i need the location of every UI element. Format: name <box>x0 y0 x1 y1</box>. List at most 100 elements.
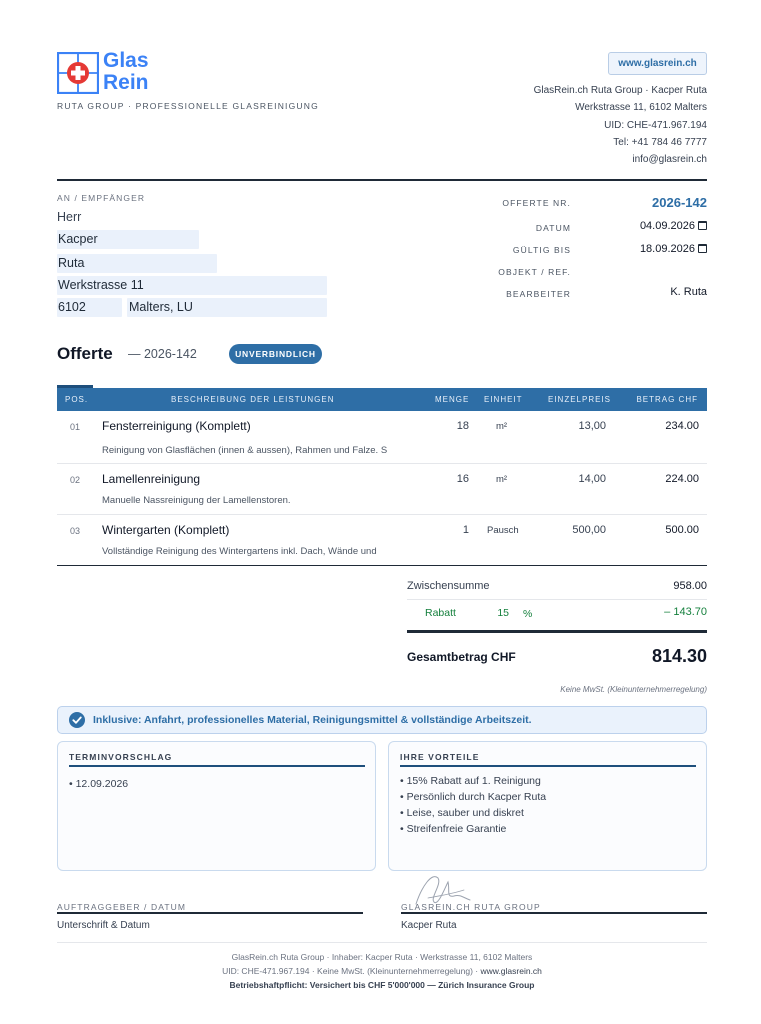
row-unit[interactable]: m² <box>496 421 507 432</box>
row-pos: 03 <box>70 526 81 536</box>
row-unit[interactable]: m² <box>496 474 507 485</box>
row-unit[interactable]: Pausch <box>487 525 519 536</box>
advantage-item: • Persönlich durch Kacper Ruta <box>400 791 547 803</box>
row-unit-price[interactable]: 14,00 <box>578 473 606 485</box>
logo: Glas Rein <box>57 49 167 96</box>
advantages-box: IHRE VORTEILE • 15% Rabatt auf 1. Reinig… <box>388 741 707 871</box>
row-title[interactable]: Wintergarten (Komplett) <box>102 523 229 537</box>
row-amount: 224.00 <box>665 473 699 485</box>
website-button[interactable]: www.glasrein.ch <box>608 52 707 75</box>
advantages-heading-rule <box>400 765 696 767</box>
advantage-item: • 15% Rabatt auf 1. Reinigung <box>400 775 541 787</box>
subtotal-value: 958.00 <box>673 580 707 592</box>
col-header-unit-price: EINZELPREIS <box>548 395 612 404</box>
client-signature-line[interactable] <box>57 912 363 914</box>
valid-until-label: GÜLTIG BIS <box>512 245 571 255</box>
client-signature-label: AUFTRAGGEBER / DATUM <box>57 902 187 912</box>
appointment-heading-rule <box>69 765 365 767</box>
company-signature-caption: Kacper Ruta <box>401 920 457 931</box>
discount-label: Rabatt <box>425 607 456 619</box>
footer-website-link[interactable]: www.glasrein.ch <box>481 966 542 976</box>
appointment-box: TERMINVORSCHLAG • 12.09.2026 <box>57 741 376 871</box>
recipient-label: AN / EMPFÄNGER <box>57 193 146 203</box>
row-amount: 500.00 <box>665 524 699 536</box>
row-unit-price[interactable]: 500,00 <box>572 524 606 536</box>
info-banner-text: Inklusive: Anfahrt, professionelles Mate… <box>93 714 532 726</box>
discount-amount: – 143.70 <box>664 606 707 618</box>
col-header-unit: EINHEIT <box>484 395 523 404</box>
salutation-field[interactable]: Herr <box>57 210 81 224</box>
calendar-icon[interactable] <box>698 243 707 253</box>
col-header-amount: BETRAG CHF <box>636 395 698 404</box>
row-pos: 01 <box>70 422 81 432</box>
valid-until-value: 18.09.2026 <box>639 243 695 255</box>
advantage-item: • Leise, sauber und diskret <box>400 807 524 819</box>
check-circle-icon <box>69 712 85 728</box>
row-pos: 02 <box>70 475 81 485</box>
footer-divider <box>57 942 707 943</box>
appointment-item[interactable]: • 12.09.2026 <box>69 776 128 792</box>
sender-line: Tel: +41 784 46 7777 <box>613 136 707 148</box>
company-signature-line <box>401 912 707 914</box>
advantage-item: • Streifenfreie Garantie <box>400 823 507 835</box>
city-field[interactable]: Malters, LU <box>127 298 327 317</box>
row-unit-price[interactable]: 13,00 <box>578 420 606 432</box>
page-title: Offerte <box>57 344 113 363</box>
sender-email[interactable]: info@glasrein.ch <box>534 151 707 168</box>
logo-wordmark-line2: Rein <box>103 71 149 94</box>
row-description[interactable]: Vollständige Reinigung des Wintergartens… <box>102 546 377 557</box>
row-description[interactable]: Manuelle Nassreinigung der Lamellenstore… <box>102 495 291 506</box>
first-name-field[interactable]: Kacper <box>57 230 199 249</box>
header-divider <box>57 179 707 181</box>
total-divider <box>407 630 707 633</box>
clerk-label: BEARBEITER <box>506 289 571 299</box>
company-tagline: RUTA GROUP · PROFESSIONELLE GLASREINIGUN… <box>57 101 319 111</box>
client-signature-caption: Unterschrift & Datum <box>57 920 150 931</box>
sender-address: GlasRein.ch Ruta Group · Kacper Ruta Wer… <box>534 82 707 168</box>
row-quantity[interactable]: 1 <box>463 524 469 536</box>
row-description[interactable]: Reinigung von Glasflächen (innen & ausse… <box>102 445 387 456</box>
object-ref-label: OBJEKT / REF. <box>498 267 571 277</box>
table-row: 03 Wintergarten (Komplett) Vollständige … <box>57 515 707 566</box>
discount-input[interactable]: 15 <box>487 607 509 619</box>
clerk-value: K. Ruta <box>670 286 707 298</box>
valid-until-field[interactable]: 18.09.2026 <box>640 243 707 255</box>
row-quantity[interactable]: 16 <box>457 473 469 485</box>
footer-line-legal: UID: CHE-471.967.194 · Keine MwSt. (Klei… <box>57 964 707 978</box>
info-banner: Inklusive: Anfahrt, professionelles Mate… <box>57 706 707 734</box>
company-signature-label: GLASREIN.CH RUTA GROUP <box>401 902 541 912</box>
status-badge: UNVERBINDLICH <box>229 344 322 364</box>
footer-legal-text: UID: CHE-471.967.194 · Keine MwSt. (Klei… <box>222 966 481 976</box>
total-value: 814.30 <box>651 646 707 666</box>
row-title[interactable]: Fensterreinigung (Komplett) <box>102 419 251 433</box>
last-name-field[interactable]: Ruta <box>57 254 217 273</box>
discount-unit: % <box>523 608 533 620</box>
footer-line-insurance: Betriebshaftpflicht: Versichert bis CHF … <box>229 980 535 990</box>
offer-number-label: OFFERTE NR. <box>502 198 571 208</box>
zip-field[interactable]: 6102 <box>57 298 122 317</box>
sender-line: UID: CHE-471.967.194 <box>604 119 707 131</box>
object-ref-field[interactable] <box>580 264 707 280</box>
calendar-icon[interactable] <box>698 220 707 230</box>
tax-note: Keine MwSt. (Kleinunternehmerregelung) <box>560 685 707 694</box>
appointment-heading: TERMINVORSCHLAG <box>69 752 173 762</box>
sender-line: GlasRein.ch Ruta Group · Kacper Ruta <box>533 85 707 96</box>
date-field[interactable]: 04.09.2026 <box>640 220 707 232</box>
total-label: Gesamtbetrag CHF <box>407 650 516 664</box>
subtotal-label: Zwischensumme <box>407 580 490 592</box>
row-amount: 234.00 <box>665 420 699 432</box>
street-field[interactable]: Werkstrasse 11 <box>57 276 327 295</box>
col-header-quantity: MENGE <box>435 395 470 404</box>
logo-wordmark-line1: Glas <box>103 49 149 72</box>
row-quantity[interactable]: 18 <box>457 420 469 432</box>
date-value: 04.09.2026 <box>639 220 695 232</box>
table-header: POS. BESCHREIBUNG DER LEISTUNGEN MENGE E… <box>57 388 707 411</box>
sender-line: Werkstrasse 11, 6102 Malters <box>575 102 707 114</box>
offer-number-value: 2026-142 <box>652 195 707 210</box>
row-title[interactable]: Lamellenreinigung <box>102 472 200 486</box>
col-header-pos: POS. <box>65 395 89 404</box>
table-row: 01 Fensterreinigung (Komplett) Reinigung… <box>57 411 707 464</box>
footer: GlasRein.ch Ruta Group · Inhaber: Kacper… <box>57 950 707 992</box>
advantages-list: • 15% Rabatt auf 1. Reinigung • Persönli… <box>400 773 546 837</box>
col-header-description: BESCHREIBUNG DER LEISTUNGEN <box>171 395 335 404</box>
